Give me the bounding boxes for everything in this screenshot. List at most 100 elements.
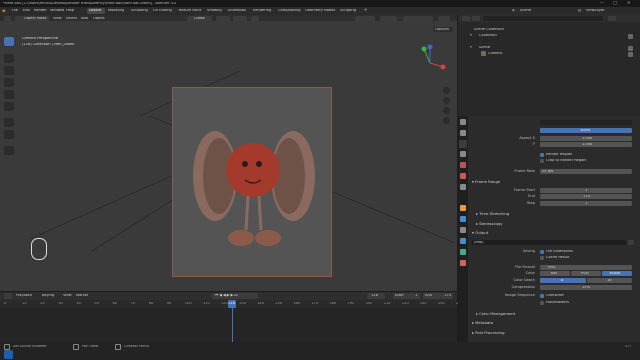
aspect-x-field[interactable]: 1.000 [540, 136, 632, 141]
camera-view-icon[interactable] [443, 107, 450, 114]
depth-8-button[interactable]: 8 [540, 278, 586, 283]
close-icon[interactable]: ✕ [627, 1, 631, 5]
eye-icon[interactable] [628, 46, 633, 51]
transform-tool-icon[interactable] [4, 102, 14, 111]
compression-slider[interactable]: 15% [540, 285, 632, 290]
expand-icon[interactable]: ▾ [470, 46, 472, 50]
metadata-section[interactable]: ▸ Metadata [472, 321, 493, 325]
timeline-area[interactable] [0, 308, 457, 342]
data-tab-icon[interactable] [460, 249, 466, 255]
blender-logo-icon[interactable]: ◉ [2, 9, 6, 13]
outliner-editor-type-icon[interactable] [462, 16, 470, 21]
collection-tab-icon[interactable] [460, 184, 466, 190]
properties-search-input[interactable] [540, 120, 632, 125]
crop-checkbox[interactable] [540, 159, 544, 163]
output-section[interactable]: ▾ Output [472, 231, 488, 235]
tab-layout[interactable]: Layout [87, 8, 105, 14]
placeholders-checkbox[interactable] [540, 301, 544, 305]
tab-rendering[interactable]: Rendering [253, 9, 271, 13]
output-path-field[interactable]: /tmp\ [472, 240, 626, 245]
render-region-checkbox[interactable] [540, 153, 544, 157]
view-layer-tab-icon[interactable] [460, 151, 466, 157]
scene-selector[interactable]: Scene [520, 9, 531, 13]
collection-item[interactable]: Collection [479, 34, 497, 38]
timeline-end-field[interactable]: End 174 [423, 293, 453, 299]
menu-file[interactable]: File [12, 9, 18, 13]
zoom-icon[interactable] [443, 87, 450, 94]
resolution-percent-field[interactable]: 100% [540, 128, 632, 133]
eye-icon[interactable] [628, 34, 633, 39]
timeline-start-field[interactable]: Start 1 [393, 293, 420, 299]
outliner-display-mode-icon[interactable] [472, 16, 480, 21]
scale-tool-icon[interactable] [4, 90, 14, 99]
add-workspace-icon[interactable]: + [364, 8, 368, 12]
move-tool-icon[interactable] [4, 66, 14, 75]
stereoscopy-section[interactable]: ▸ Stereoscopy [476, 222, 503, 226]
cursor-tool-icon[interactable] [4, 54, 14, 63]
depth-16-button[interactable]: 16 [587, 278, 632, 283]
menu-edit[interactable]: Edit [23, 9, 30, 13]
select-tool-icon[interactable] [4, 37, 14, 46]
options-dropdown[interactable]: Options [433, 27, 453, 32]
outliner-search-input[interactable] [483, 16, 603, 21]
modifiers-tab-icon[interactable] [460, 216, 466, 222]
frame-step-field[interactable]: 1 [540, 201, 632, 206]
camera-item[interactable]: Camera [488, 52, 502, 56]
eye-icon[interactable] [628, 52, 633, 57]
timeline-ruler[interactable]: 0 10 20 30 40 50 60 70 80 90 100 110 120 130 140 150 160… [0, 300, 463, 308]
particles-tab-icon[interactable] [460, 227, 466, 233]
timeline-editor-type-icon[interactable] [4, 293, 12, 299]
cache-result-checkbox[interactable] [540, 256, 544, 260]
scene-item[interactable]: Scene [479, 46, 490, 50]
tab-compositing[interactable]: Compositing [278, 9, 301, 13]
material-tab-icon[interactable] [460, 260, 466, 266]
folder-icon[interactable] [628, 240, 634, 245]
menu-render[interactable]: Render [34, 9, 47, 13]
timeline-menu-view[interactable]: View [63, 294, 72, 298]
minimize-icon[interactable]: — [600, 1, 604, 5]
physics-tab-icon[interactable] [460, 238, 466, 244]
pan-icon[interactable] [443, 97, 450, 104]
taskbar-app-icon[interactable] [4, 350, 13, 359]
color-rgb-button[interactable]: RGB [571, 271, 601, 276]
output-tab-icon[interactable] [459, 140, 467, 148]
color-management-section[interactable]: ▸ Color Management [476, 312, 515, 316]
scene-collection-item[interactable]: Scene Collection [474, 28, 504, 32]
file-format-dropdown[interactable]: PNG [540, 265, 632, 270]
frame-rate-dropdown[interactable]: 24 fps [540, 169, 632, 174]
timeline-menu-playback[interactable]: Playback [16, 294, 32, 298]
tab-modeling[interactable]: Modeling [108, 9, 124, 13]
tab-geometry-nodes[interactable]: Geometry Nodes [305, 9, 335, 13]
overwrite-checkbox[interactable] [540, 294, 544, 298]
tab-scripting[interactable]: Scripting [340, 9, 356, 13]
3d-viewport[interactable]: Camera Perspective (116) Collection | Ma… [0, 21, 457, 291]
timeline-menu-keying[interactable]: Keying [42, 294, 54, 298]
tool-tab-icon[interactable] [460, 119, 466, 125]
tab-sculpting[interactable]: Sculpting [131, 9, 148, 13]
menu-window[interactable]: Window [50, 9, 64, 13]
ortho-toggle-icon[interactable] [443, 117, 450, 124]
playback-controls[interactable]: ⏮◀◀▶▶⏭ [212, 293, 258, 299]
menu-help[interactable]: Help [66, 9, 74, 13]
viewlayer-selector[interactable]: ViewLayer [586, 9, 605, 13]
tab-shading[interactable]: Shading [207, 9, 222, 13]
aspect-y-field[interactable]: 1.000 [540, 142, 632, 147]
frame-start-field[interactable]: 1 [540, 188, 632, 193]
time-stretching-section[interactable]: ▸ Time Stretching [476, 212, 509, 216]
expand-icon[interactable]: ▾ [470, 34, 472, 38]
frame-range-section[interactable]: ▾ Frame Range [472, 180, 500, 184]
add-cube-tool-icon[interactable] [4, 146, 14, 155]
post-processing-section[interactable]: ▸ Post Processing [472, 331, 505, 335]
tab-uv-editing[interactable]: UV Editing [153, 9, 172, 13]
world-tab-icon[interactable] [460, 173, 466, 179]
timeline-menu-marker[interactable]: Marker [76, 294, 88, 298]
maximize-icon[interactable]: □ [613, 1, 617, 5]
navigation-gizmo[interactable] [410, 43, 450, 83]
measure-tool-icon[interactable] [4, 130, 14, 139]
playhead[interactable]: 116 [228, 300, 236, 308]
frame-end-field[interactable]: 174 [540, 194, 632, 199]
object-tab-icon[interactable] [460, 205, 466, 211]
file-extensions-checkbox[interactable] [540, 250, 544, 254]
color-bw-button[interactable]: BW [540, 271, 570, 276]
annotate-tool-icon[interactable] [4, 118, 14, 127]
